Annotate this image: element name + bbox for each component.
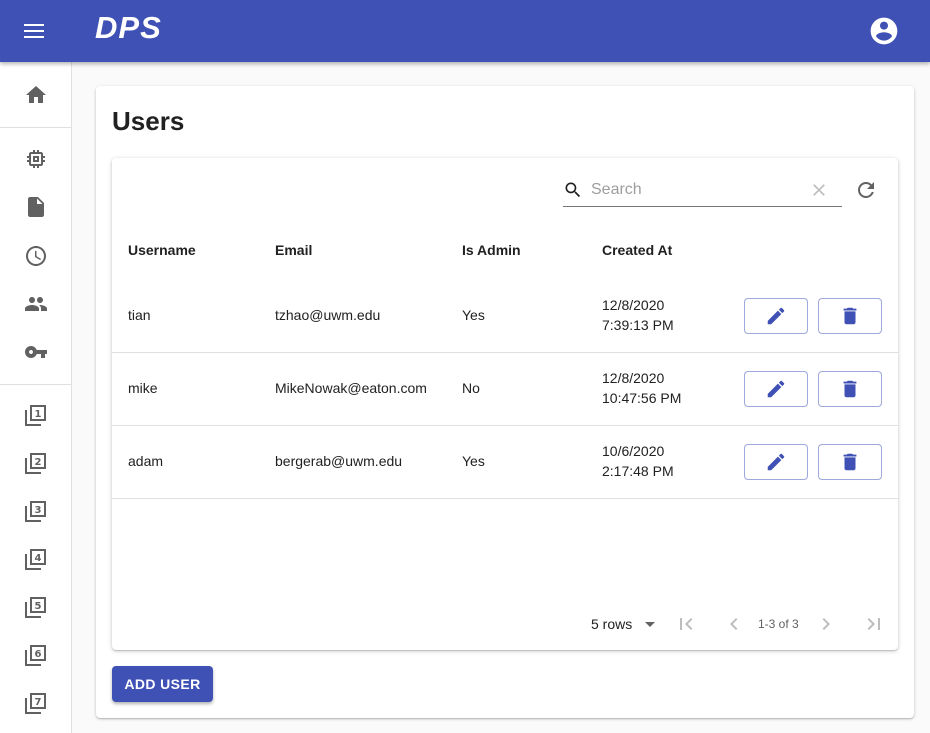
app-title: DPS xyxy=(95,10,162,45)
file-icon xyxy=(27,197,44,217)
trash-icon xyxy=(843,307,857,325)
page-range-label: 1-3 of 3 xyxy=(758,617,799,631)
chevron-left-icon xyxy=(730,618,738,630)
created-time-cell: 7:39:13 PM xyxy=(602,317,674,333)
first-page-button[interactable] xyxy=(674,612,698,636)
next-page-button[interactable] xyxy=(814,612,838,636)
filter-4-icon: 4 xyxy=(24,549,46,570)
dropdown-arrow-icon xyxy=(645,622,656,627)
edit-user-button[interactable] xyxy=(744,298,808,334)
sidebar-item-home[interactable] xyxy=(0,73,71,117)
clock-icon xyxy=(25,246,46,266)
pencil-icon xyxy=(767,380,785,398)
trash-icon xyxy=(843,453,857,471)
sidebar-item-3[interactable]: 3 xyxy=(0,490,71,534)
search-icon xyxy=(565,182,581,198)
users-table: Username Email Is Admin Created At tian … xyxy=(112,158,898,650)
email-cell: bergerab@uwm.edu xyxy=(275,453,403,469)
column-header-created-at[interactable]: Created At xyxy=(602,242,672,258)
clear-icon[interactable] xyxy=(809,180,829,200)
delete-user-button[interactable] xyxy=(818,444,882,480)
is-admin-cell: No xyxy=(462,380,480,396)
rows-per-page-value: 5 rows xyxy=(591,616,633,632)
sidebar-item-2[interactable]: 2 xyxy=(0,442,71,486)
sidebar-item-5[interactable]: 5 xyxy=(0,586,71,630)
svg-text:5: 5 xyxy=(34,601,41,612)
is-admin-cell: Yes xyxy=(462,307,485,323)
edit-user-button[interactable] xyxy=(744,371,808,407)
filter-5-icon: 5 xyxy=(24,597,46,618)
filter-2-icon: 2 xyxy=(24,453,46,474)
sidebar-divider xyxy=(0,384,71,385)
table-row: adam bergerab@uwm.edu Yes 10/6/2020 2:17… xyxy=(112,426,898,499)
page-title: Users xyxy=(112,106,185,136)
pencil-icon xyxy=(767,453,785,471)
account-circle-icon[interactable] xyxy=(864,11,904,51)
sidebar-item-files[interactable] xyxy=(0,185,71,229)
svg-text:6: 6 xyxy=(34,649,41,660)
delete-user-button[interactable] xyxy=(818,371,882,407)
sidebar-divider xyxy=(0,127,71,128)
sidebar-item-users[interactable] xyxy=(0,282,71,326)
users-panel: Users Username Email Is Admin Created At… xyxy=(96,86,914,718)
chevron-right-icon xyxy=(822,618,830,630)
created-date-cell: 12/8/2020 xyxy=(602,297,665,313)
sidebar-item-1[interactable]: 1 xyxy=(0,394,71,438)
key-icon xyxy=(24,346,47,358)
sidebar-item-history[interactable] xyxy=(0,234,71,278)
last-page-button[interactable] xyxy=(862,612,886,636)
svg-text:1: 1 xyxy=(34,409,41,420)
delete-user-button[interactable] xyxy=(818,298,882,334)
created-time-cell: 2:17:48 PM xyxy=(602,463,674,479)
trash-icon xyxy=(843,380,857,398)
rows-per-page-select[interactable]: 5 rows xyxy=(591,614,662,634)
filter-1-icon: 1 xyxy=(24,405,46,426)
sidebar-item-7[interactable]: 7 xyxy=(0,682,71,726)
svg-text:7: 7 xyxy=(34,697,41,708)
svg-text:4: 4 xyxy=(34,553,41,564)
column-header-email[interactable]: Email xyxy=(275,242,312,258)
table-row: tian tzhao@uwm.edu Yes 12/8/2020 7:39:13… xyxy=(112,280,898,353)
sidebar-item-keys[interactable] xyxy=(0,330,71,374)
pencil-icon xyxy=(767,307,785,325)
sidebar: 1 2 3 4 5 6 7 xyxy=(0,62,72,733)
search-field xyxy=(563,174,842,207)
refresh-icon[interactable] xyxy=(854,178,878,202)
email-cell: tzhao@uwm.edu xyxy=(275,307,381,323)
sidebar-item-devices[interactable] xyxy=(0,137,71,181)
app-bar: DPS xyxy=(0,0,930,62)
previous-page-button[interactable] xyxy=(722,612,746,636)
add-user-button[interactable]: ADD USER xyxy=(112,666,213,702)
last-page-icon xyxy=(867,618,880,630)
column-header-username[interactable]: Username xyxy=(128,242,196,258)
home-icon xyxy=(25,86,46,103)
username-cell: tian xyxy=(128,307,151,323)
sidebar-item-4[interactable]: 4 xyxy=(0,538,71,582)
search-input[interactable] xyxy=(591,178,801,202)
is-admin-cell: Yes xyxy=(462,453,485,469)
email-cell: MikeNowak@eaton.com xyxy=(275,380,427,396)
filter-3-icon: 3 xyxy=(24,501,46,522)
created-time-cell: 10:47:56 PM xyxy=(602,390,682,406)
created-date-cell: 10/6/2020 xyxy=(602,443,665,459)
filter-6-icon: 6 xyxy=(24,645,46,666)
svg-text:2: 2 xyxy=(34,457,41,468)
username-cell: adam xyxy=(128,453,164,469)
menu-icon[interactable] xyxy=(14,11,54,51)
username-cell: mike xyxy=(128,380,158,396)
column-header-is-admin[interactable]: Is Admin xyxy=(462,242,521,258)
sidebar-item-6[interactable]: 6 xyxy=(0,634,71,678)
first-page-icon xyxy=(680,618,693,630)
chip-icon xyxy=(26,150,45,168)
table-row: mike MikeNowak@eaton.com No 12/8/2020 10… xyxy=(112,353,898,426)
created-date-cell: 12/8/2020 xyxy=(602,370,665,386)
filter-7-icon: 7 xyxy=(24,693,46,714)
svg-text:3: 3 xyxy=(34,505,41,516)
people-icon xyxy=(24,297,47,311)
edit-user-button[interactable] xyxy=(744,444,808,480)
